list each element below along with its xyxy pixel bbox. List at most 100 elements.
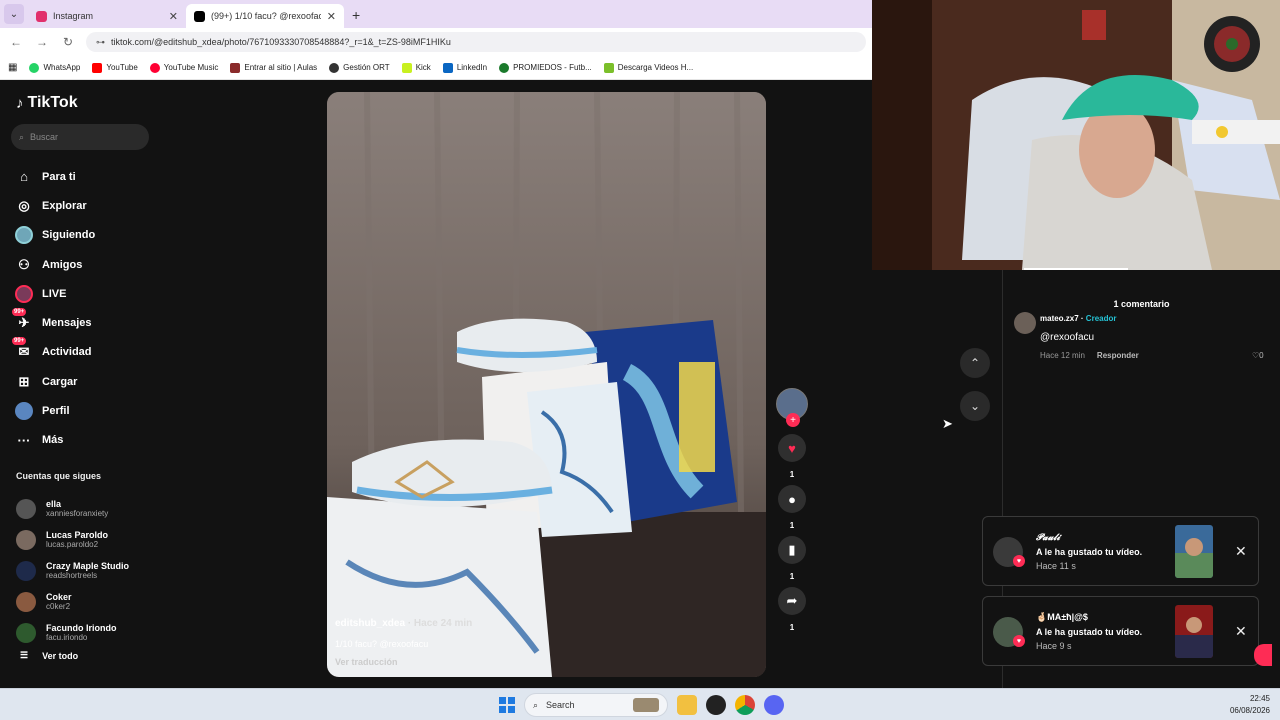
bookmark-kick[interactable]: Kick bbox=[401, 62, 431, 73]
upload-icon: ⊞ bbox=[18, 373, 30, 389]
apps-grid-icon[interactable]: ▦ bbox=[8, 62, 17, 73]
nav-label: Mensajes bbox=[42, 317, 92, 330]
post-actions: + ♥ 1 ● 1 ▮ 1 ➦ 1 bbox=[776, 388, 810, 638]
tab-instagram[interactable]: Instagram ✕ bbox=[28, 4, 186, 28]
follow-plus-icon[interactable]: + bbox=[786, 413, 800, 427]
like-action[interactable]: ♥ 1 bbox=[776, 434, 808, 479]
tab-search-dropdown[interactable]: ⌄ bbox=[4, 4, 24, 24]
notification-message: A le ha gustado tu vídeo. bbox=[1036, 627, 1143, 637]
comment-user[interactable]: mateo.zx7 · Creador bbox=[1040, 314, 1116, 323]
obs-icon[interactable] bbox=[706, 695, 726, 715]
reply-button[interactable]: Responder bbox=[1097, 351, 1139, 360]
close-tab-icon[interactable]: ✕ bbox=[327, 10, 336, 23]
following-account[interactable]: Facundo Iriondo facu.iriondo bbox=[16, 617, 129, 648]
nav-cargar[interactable]: ⊞ Cargar bbox=[14, 367, 95, 396]
get-app-tab[interactable] bbox=[1254, 644, 1272, 666]
bookmark-whatsapp[interactable]: WhatsApp bbox=[29, 62, 80, 73]
nav-label: Cargar bbox=[42, 375, 78, 388]
bookmark-gestion-ort[interactable]: Gestión ORT bbox=[329, 62, 390, 73]
search-input[interactable]: ⌕ Buscar bbox=[11, 124, 149, 150]
post-media[interactable]: editshub_xdea · Hace 24 min 1/10 facu? @… bbox=[327, 92, 766, 677]
bookmark-icon[interactable]: ▮ bbox=[778, 536, 806, 564]
bookmark-youtube[interactable]: YouTube bbox=[92, 62, 138, 73]
bookmark-action[interactable]: ▮ 1 bbox=[776, 536, 808, 581]
forward-icon[interactable]: → bbox=[34, 35, 50, 49]
youtube-music-icon bbox=[149, 62, 160, 73]
account-handle: c0ker2 bbox=[46, 602, 71, 611]
file-explorer-icon[interactable] bbox=[677, 695, 697, 715]
bookmark-promiedos[interactable]: PROMIEDOS - Futb... bbox=[499, 62, 592, 73]
author-avatar[interactable]: + bbox=[776, 388, 808, 427]
following-account[interactable]: Lucas Paroldo lucas.paroldo2 bbox=[16, 524, 129, 555]
bookmark-label: Entrar al sitio | Aulas bbox=[244, 63, 318, 72]
avatar bbox=[16, 622, 36, 643]
share-count: 1 bbox=[789, 623, 795, 632]
discord-icon[interactable] bbox=[764, 695, 784, 715]
see-all-link[interactable]: ☰ Ver todo bbox=[20, 650, 78, 661]
back-icon[interactable]: ← bbox=[8, 35, 24, 49]
post-author[interactable]: editshub_xdea · Hace 24 min bbox=[335, 618, 472, 629]
taskbar-search[interactable]: ⌕ Search bbox=[524, 693, 668, 717]
following-account[interactable]: Crazy Maple Studio readshortreels bbox=[16, 555, 129, 586]
new-tab-button[interactable]: + bbox=[344, 7, 368, 28]
author-name: editshub_xdea bbox=[335, 618, 406, 629]
close-tab-icon[interactable]: ✕ bbox=[169, 10, 178, 23]
comment-icon[interactable]: ● bbox=[778, 485, 806, 513]
address-bar[interactable]: ⊶ tiktok.com/@editshub_xdea/photo/767109… bbox=[86, 32, 866, 52]
close-icon[interactable]: ✕ bbox=[1235, 543, 1247, 560]
notification-toast[interactable]: ♥ 🤞🏻MA±ħ|@$ A le ha gustado tu vídeo. Ha… bbox=[982, 596, 1259, 666]
nav-actividad[interactable]: ✉ 99+ Actividad bbox=[12, 337, 95, 367]
bookmark-aulas[interactable]: Entrar al sitio | Aulas bbox=[230, 62, 318, 73]
comment-like-count: 0 bbox=[1259, 351, 1264, 360]
avatar[interactable] bbox=[1014, 312, 1036, 334]
tab-tiktok[interactable]: (99+) 1/10 facu? @rexoofacu | T ✕ bbox=[186, 4, 344, 28]
youtube-icon bbox=[92, 62, 103, 73]
bookmark-label: Kick bbox=[415, 63, 431, 72]
system-clock[interactable]: 22:45 06/08/2026 bbox=[1230, 693, 1270, 717]
heart-icon[interactable]: ♥ bbox=[778, 434, 806, 462]
nav-live[interactable]: LIVE bbox=[14, 279, 95, 308]
reload-icon[interactable]: ↻ bbox=[60, 35, 76, 49]
share-action[interactable]: ➦ 1 bbox=[776, 587, 808, 632]
more-icon: ··· bbox=[17, 432, 31, 448]
unread-badge: 99+ bbox=[12, 308, 27, 317]
following-avatar-icon bbox=[14, 225, 34, 245]
bookmark-descarga-videos[interactable]: Descarga Videos H... bbox=[603, 62, 693, 73]
share-icon[interactable]: ➦ bbox=[778, 587, 806, 615]
windows-start-icon[interactable] bbox=[499, 697, 515, 713]
next-post-button[interactable]: ⌄ bbox=[960, 391, 990, 421]
tiktok-logo[interactable]: ♪ TikTok bbox=[16, 94, 78, 112]
activity-icon: ✉ 99+ bbox=[12, 337, 30, 360]
previous-post-button[interactable]: ⌃ bbox=[960, 348, 990, 378]
notification-time: Hace 11 s bbox=[1036, 561, 1076, 571]
following-header: Cuentas que sigues bbox=[16, 471, 102, 481]
close-icon[interactable]: ✕ bbox=[1235, 623, 1247, 640]
search-placeholder: Buscar bbox=[30, 132, 59, 142]
post-photo bbox=[327, 92, 766, 677]
chrome-icon[interactable] bbox=[735, 695, 755, 715]
like-count: 1 bbox=[789, 470, 795, 479]
following-account[interactable]: ella xanniesforanxiety bbox=[16, 493, 129, 524]
nav-mas[interactable]: ··· Más bbox=[14, 426, 95, 455]
see-translation-link[interactable]: Ver traducción bbox=[335, 657, 398, 667]
bookmark-label: LinkedIn bbox=[456, 63, 488, 72]
logo-text: TikTok bbox=[27, 94, 78, 111]
windows-taskbar: ⌕ Search 22:45 06/08/2026 bbox=[0, 688, 1280, 720]
following-account[interactable]: Coker c0ker2 bbox=[16, 586, 129, 617]
bookmark-linkedin[interactable]: LinkedIn bbox=[442, 62, 488, 73]
live-icon bbox=[14, 284, 34, 304]
bookmark-youtube-music[interactable]: YouTube Music bbox=[149, 62, 218, 73]
notification-toast[interactable]: ♥ 𝓟𝓪𝓾𝓵𝓲 A le ha gustado tu vídeo. Hace 1… bbox=[982, 516, 1259, 586]
nav-siguiendo[interactable]: Siguiendo bbox=[14, 221, 95, 250]
site-info-icon[interactable]: ⊶ bbox=[96, 37, 105, 48]
nav-amigos[interactable]: ⚇ Amigos bbox=[14, 250, 95, 279]
nav-explorar[interactable]: ◎ Explorar bbox=[14, 191, 95, 220]
nav-perfil[interactable]: Perfil bbox=[14, 396, 95, 425]
comment-action[interactable]: ● 1 bbox=[776, 485, 808, 530]
post-time: Hace 24 min bbox=[413, 618, 473, 629]
nav-mensajes[interactable]: ✈ 99+ Mensajes bbox=[12, 308, 95, 337]
avatar bbox=[16, 498, 36, 519]
comment-like-button[interactable]: ♡0 bbox=[1252, 351, 1264, 360]
bookmark-label: YouTube bbox=[106, 63, 138, 72]
nav-para-ti[interactable]: ⌂ Para ti bbox=[14, 162, 95, 191]
